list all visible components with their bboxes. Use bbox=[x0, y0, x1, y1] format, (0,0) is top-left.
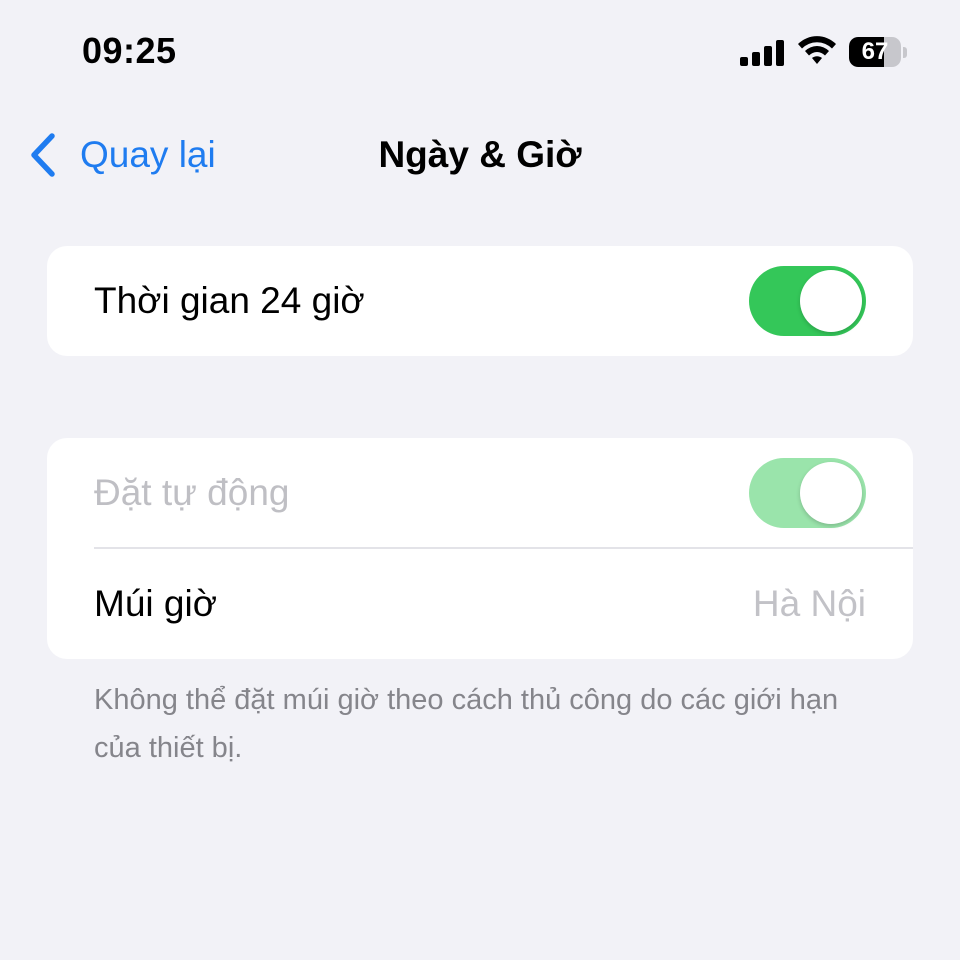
row-24-hour-time: Thời gian 24 giờ bbox=[47, 246, 913, 356]
toggle-knob bbox=[800, 270, 862, 332]
status-bar: 09:25 67 bbox=[0, 0, 960, 100]
signal-icon bbox=[740, 40, 784, 66]
wifi-icon bbox=[798, 36, 836, 64]
footnote: Không thể đặt múi giờ theo cách thủ công… bbox=[94, 684, 839, 764]
battery-level: 67 bbox=[861, 38, 889, 65]
toggle-knob bbox=[800, 462, 862, 524]
settings-group-timezone: Đặt tự động Múi giờ Hà Nội bbox=[47, 438, 913, 659]
battery-nub bbox=[903, 47, 907, 58]
page-title: Ngày & Giờ bbox=[378, 134, 582, 175]
value-time-zone: Hà Nội bbox=[752, 583, 866, 624]
toggle-24-hour-time[interactable] bbox=[749, 266, 866, 336]
battery-body: 67 bbox=[849, 37, 901, 67]
row-time-zone[interactable]: Múi giờ Hà Nội bbox=[47, 549, 913, 659]
toggle-set-automatically[interactable] bbox=[749, 458, 866, 528]
label-set-automatically: Đặt tự động bbox=[94, 472, 290, 513]
label-time-zone: Múi giờ bbox=[94, 583, 217, 624]
navigation-bar: Quay lại Ngày & Giờ bbox=[0, 110, 960, 200]
settings-group-24h: Thời gian 24 giờ bbox=[47, 246, 913, 356]
status-time: 09:25 bbox=[82, 30, 177, 71]
row-set-automatically: Đặt tự động bbox=[47, 438, 913, 549]
battery-icon: 67 bbox=[849, 37, 909, 67]
label-24-hour-time: Thời gian 24 giờ bbox=[94, 280, 365, 321]
